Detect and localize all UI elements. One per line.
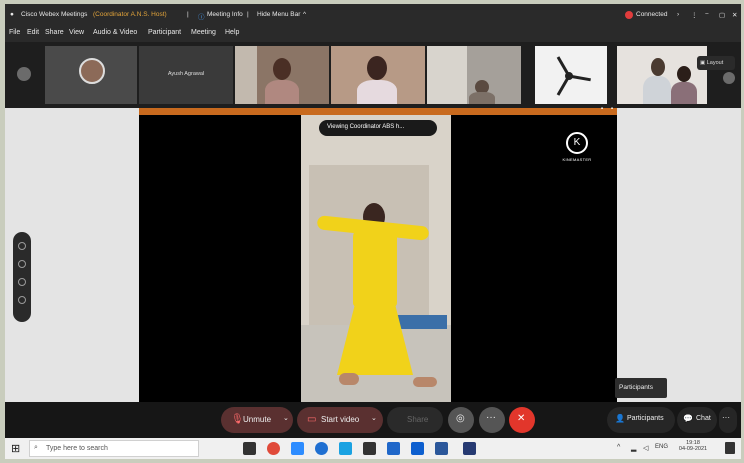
layout-button[interactable]: ▣ Layout xyxy=(697,56,735,70)
menu-view[interactable]: View xyxy=(69,29,84,36)
chevron-right-icon[interactable]: › xyxy=(677,11,679,18)
notifications-icon[interactable] xyxy=(725,442,735,454)
participants-tooltip: Participants xyxy=(615,378,667,398)
more-icon[interactable]: ⋮ xyxy=(691,11,698,19)
menu-participant[interactable]: Participant xyxy=(148,29,181,36)
participant-video xyxy=(273,58,291,80)
close-icon: ✕ xyxy=(517,413,526,424)
participant-video xyxy=(367,56,387,80)
word-icon[interactable] xyxy=(435,442,448,455)
dropbox-icon[interactable] xyxy=(411,442,424,455)
menu-meeting[interactable]: Meeting xyxy=(191,29,216,36)
connection-status-icon xyxy=(625,11,633,19)
record-icon: ◎ xyxy=(456,413,465,424)
webex-window: ● Cisco Webex Meetings (Coordinator A.N.… xyxy=(5,4,741,459)
search-icon: ⌕ xyxy=(34,444,38,451)
more-icon: ··· xyxy=(486,412,496,423)
scroll-right-button[interactable] xyxy=(723,72,735,84)
title-bar: ● Cisco Webex Meetings (Coordinator A.N.… xyxy=(5,4,741,26)
main-stage: ▪ ▪ Viewing Coordinator ABS h... K KINEM… xyxy=(5,106,741,405)
more-options-button[interactable]: ··· xyxy=(479,407,505,433)
clock[interactable]: 19:18 04-09-2021 xyxy=(673,440,713,452)
active-speaker-video xyxy=(301,115,451,405)
kinemaster-logo: K KINEMASTER xyxy=(557,132,597,172)
connection-status[interactable]: Connected xyxy=(636,11,667,18)
participant-tile[interactable] xyxy=(427,46,521,104)
search-icon[interactable] xyxy=(18,296,26,304)
layout-icon: ▣ xyxy=(700,60,707,66)
host-note: (Coordinator A.N.S. Host) xyxy=(93,11,167,18)
file-explorer-icon[interactable] xyxy=(387,442,400,455)
stage-accent-bar: ▪ ▪ xyxy=(139,106,617,115)
hide-menu-bar-button[interactable]: Hide Menu Bar xyxy=(257,11,300,18)
annotation-toolbar xyxy=(13,232,31,322)
end-meeting-button[interactable]: ✕ xyxy=(509,407,535,433)
minimize-button[interactable]: − xyxy=(705,11,709,18)
language-indicator[interactable]: ENG xyxy=(655,444,668,450)
separator: | xyxy=(187,11,189,18)
store-icon[interactable] xyxy=(243,442,256,455)
zoom-in-icon[interactable] xyxy=(18,242,26,250)
windows-start-icon[interactable]: ⊞ xyxy=(11,442,20,455)
app-icon[interactable] xyxy=(363,442,376,455)
kinemaster-logo-icon: K xyxy=(566,132,588,154)
maximize-button[interactable]: ▢ xyxy=(719,11,725,19)
participants-button[interactable]: 👤 Participants xyxy=(607,407,675,433)
start-video-button[interactable]: ▭ Start video ⌄ xyxy=(297,407,383,433)
chrome-icon[interactable] xyxy=(267,442,280,455)
menu-share[interactable]: Share xyxy=(45,29,64,36)
participant-tile[interactable] xyxy=(535,46,607,104)
chat-button[interactable]: 💬 Chat xyxy=(677,407,717,433)
participant-name: Ayush Agrawal xyxy=(167,71,205,77)
menu-audio-video[interactable]: Audio & Video xyxy=(93,29,137,36)
unmute-button[interactable]: 🎙 Unmute ⌄ xyxy=(221,407,293,433)
webex-logo-icon: ● xyxy=(10,11,14,18)
chevron-down-icon[interactable]: ⌄ xyxy=(283,414,289,422)
avatar xyxy=(79,58,105,84)
participant-tile[interactable] xyxy=(45,46,137,104)
menu-edit[interactable]: Edit xyxy=(27,29,39,36)
network-icon[interactable]: ▂ xyxy=(631,444,636,452)
scroll-left-button[interactable] xyxy=(17,67,31,81)
participant-tile[interactable]: Ayush Agrawal xyxy=(139,46,233,104)
viewing-banner: Viewing Coordinator ABS h... xyxy=(319,120,437,136)
camera-off-icon: ▭ xyxy=(307,414,317,425)
person-icon: 👤 xyxy=(615,414,625,423)
meeting-controls: 🎙 Unmute ⌄ ▭ Start video ⌄ Share ◎ ··· ✕… xyxy=(5,402,741,438)
more-panels-button[interactable]: ··· xyxy=(719,407,737,433)
meeting-info-button[interactable]: Meeting Info xyxy=(207,11,243,18)
participant-filmstrip: Ayush Agrawal ▣ Layout xyxy=(5,42,741,108)
app-title: Cisco Webex Meetings xyxy=(21,11,88,18)
chevron-up-icon[interactable]: ^ xyxy=(303,11,306,18)
more-icon: ··· xyxy=(722,413,730,422)
info-icon: ⓘ xyxy=(198,14,205,21)
tray-chevron-icon[interactable]: ^ xyxy=(617,444,620,451)
edge-icon[interactable] xyxy=(315,442,328,455)
participant-video xyxy=(651,58,665,76)
separator: | xyxy=(247,11,249,18)
menu-file[interactable]: File xyxy=(9,29,20,36)
zoom-out-icon[interactable] xyxy=(18,260,26,268)
menu-help[interactable]: Help xyxy=(225,29,239,36)
participant-tile[interactable] xyxy=(331,46,425,104)
participant-tile[interactable] xyxy=(235,46,329,104)
volume-icon[interactable]: ◁ xyxy=(643,444,648,452)
microphone-muted-icon: 🎙 xyxy=(231,414,244,425)
annotate-icon[interactable] xyxy=(18,278,26,286)
menu-bar: File Edit Share View Audio & Video Parti… xyxy=(5,26,741,42)
windows-taskbar: ⊞ ⌕ Type here to search ^ ▂ ◁ ENG 19:18 … xyxy=(5,438,741,459)
taskbar-search-input[interactable]: ⌕ Type here to search xyxy=(29,440,199,457)
webex-taskbar-icon[interactable] xyxy=(463,442,476,455)
browser-icon[interactable] xyxy=(339,442,352,455)
record-button[interactable]: ◎ xyxy=(448,407,474,433)
ceiling-fan-video xyxy=(556,56,591,96)
chat-icon: 💬 xyxy=(683,414,693,423)
chevron-down-icon[interactable]: ⌄ xyxy=(371,414,377,422)
close-button[interactable]: ✕ xyxy=(732,11,737,19)
participant-tile[interactable] xyxy=(617,46,707,104)
meeting-app-icon[interactable] xyxy=(291,442,304,455)
share-button[interactable]: Share xyxy=(387,407,443,433)
